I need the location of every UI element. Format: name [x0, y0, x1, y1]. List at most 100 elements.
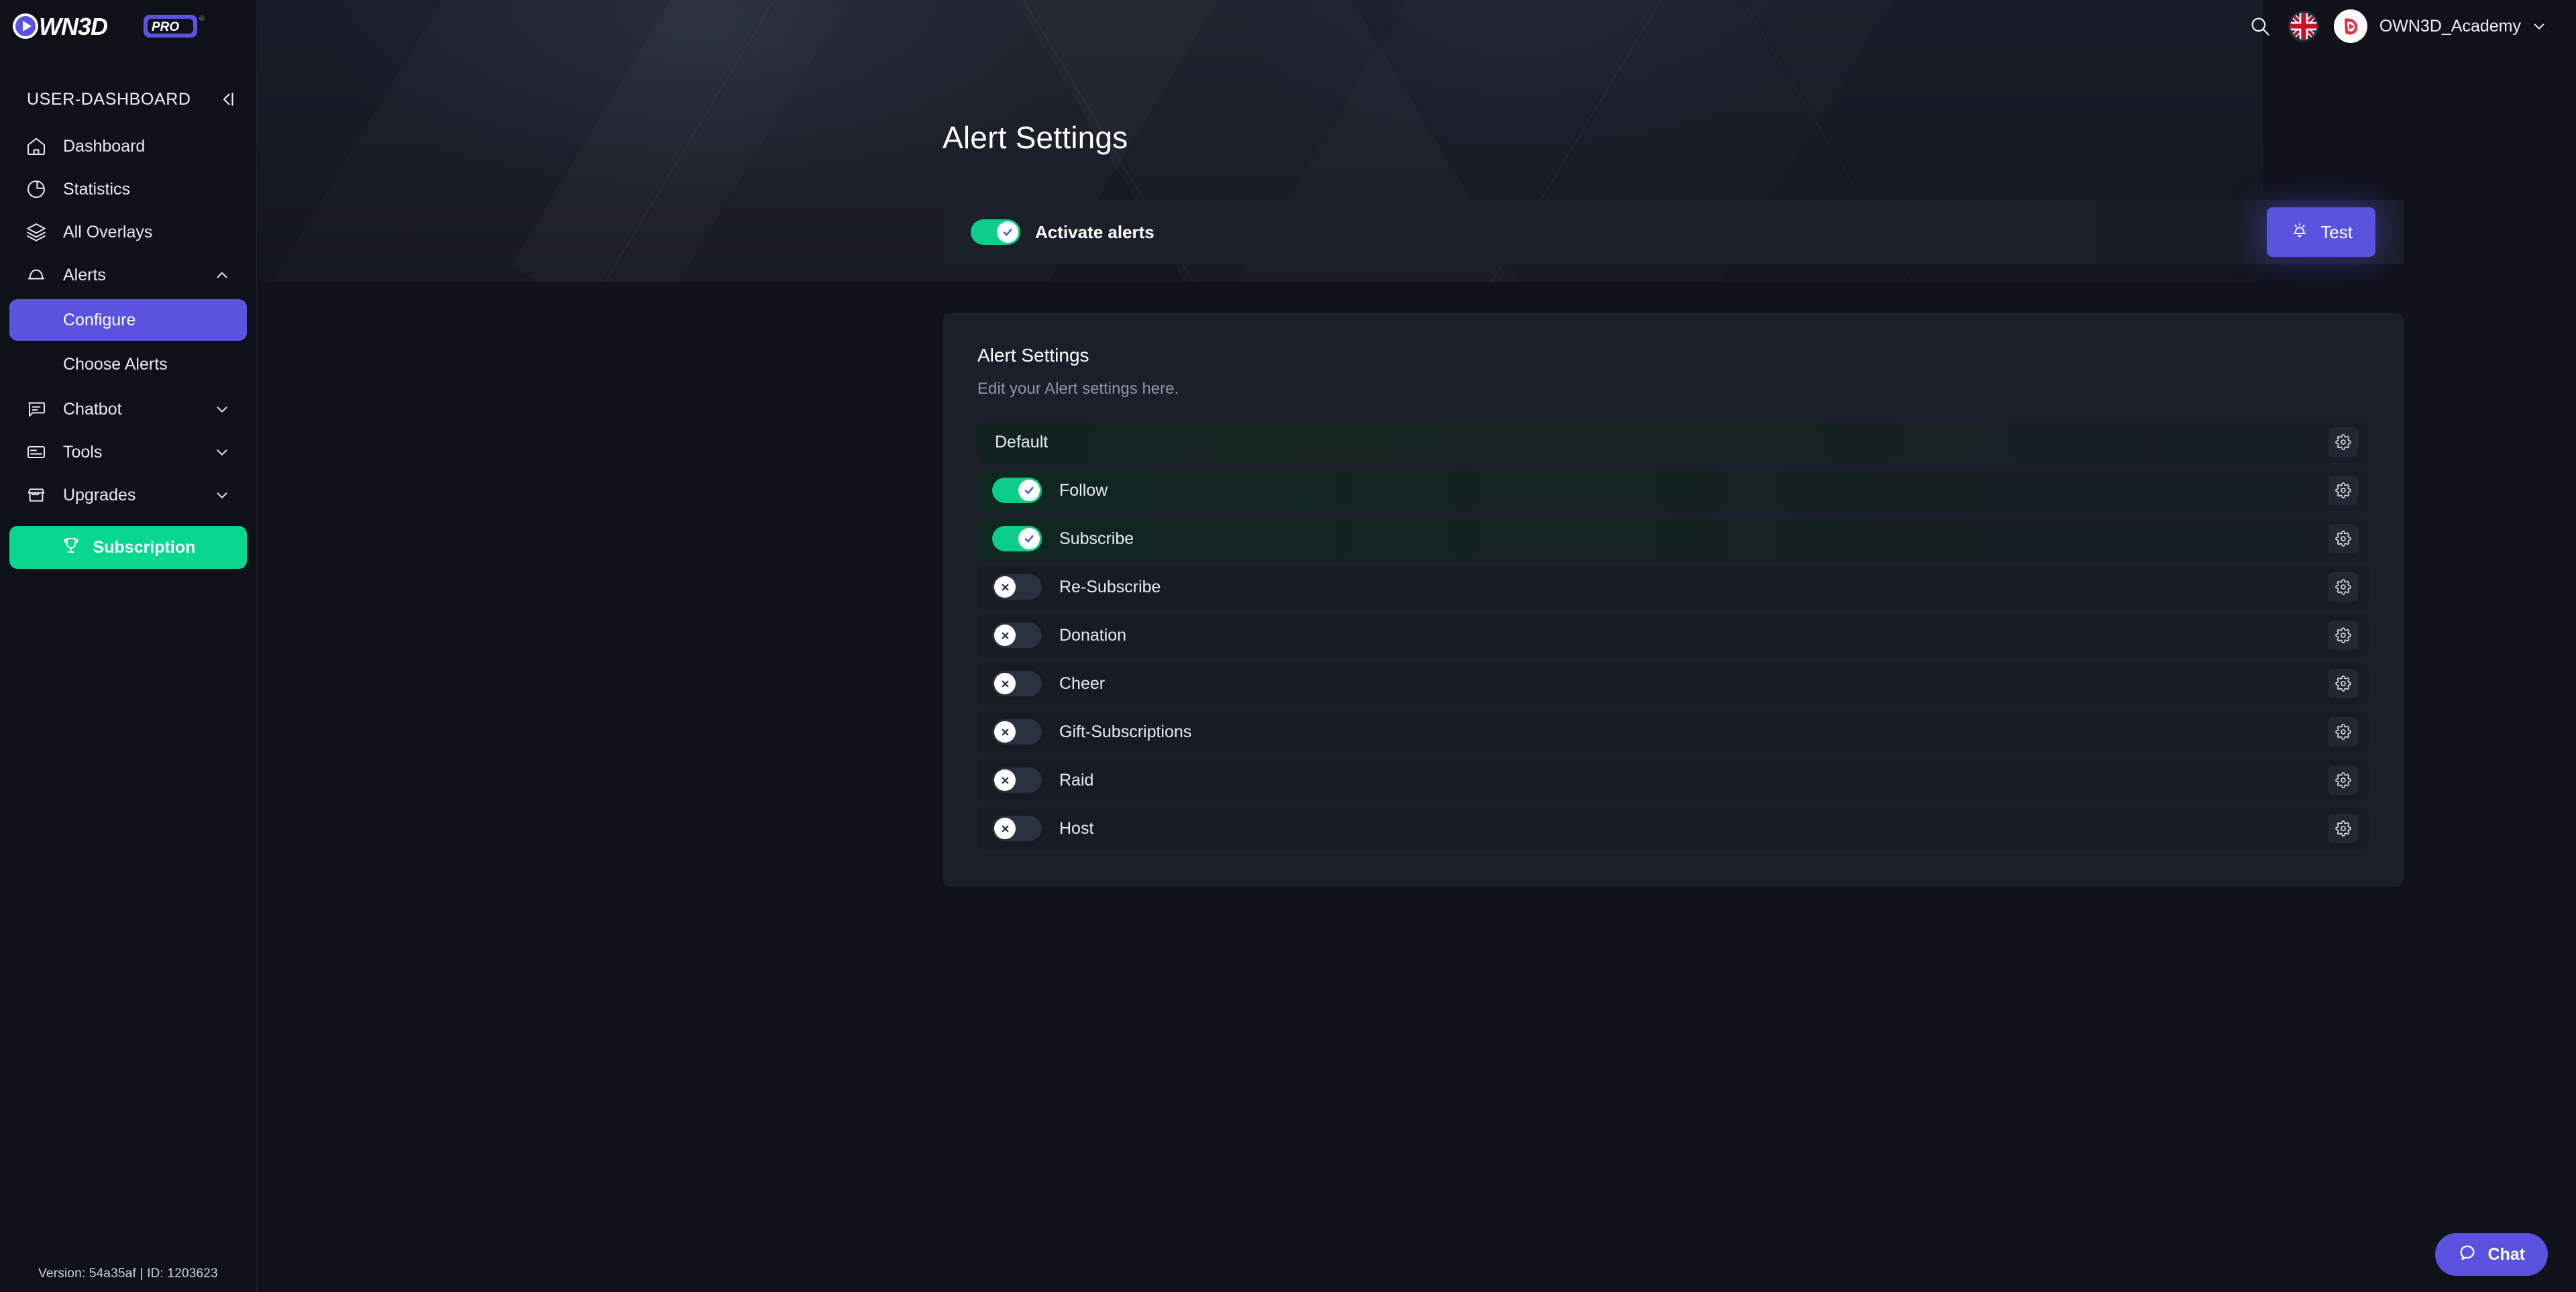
sidebar-item-label: All Overlays — [63, 222, 153, 241]
table-row: Donation — [977, 614, 2369, 656]
row-toggle[interactable] — [992, 478, 1042, 503]
sidebar-item-tools[interactable]: Tools — [9, 431, 247, 474]
toggle-knob — [994, 769, 1016, 791]
trophy-icon — [61, 535, 81, 560]
gear-icon[interactable] — [2328, 814, 2358, 843]
sidebar-item-alerts[interactable]: Alerts — [9, 254, 247, 297]
svg-text:PRO: PRO — [152, 20, 179, 34]
alert-settings-card: Alert Settings Edit your Alert settings … — [943, 313, 2404, 887]
gear-icon[interactable] — [2328, 427, 2358, 457]
row-toggle[interactable] — [992, 574, 1042, 600]
row-label: Donation — [1059, 625, 1127, 645]
gear-icon[interactable] — [2328, 717, 2358, 747]
toggle-knob — [994, 576, 1016, 598]
toggle-knob — [1018, 528, 1040, 549]
card-subtitle: Edit your Alert settings here. — [977, 380, 1179, 398]
toggle-knob — [994, 625, 1016, 646]
app-root: WN3D PRO ® USER-DASHBOARD Dashboard Stat… — [0, 0, 2576, 1292]
gear-icon[interactable] — [2328, 621, 2358, 650]
toggle-knob — [994, 673, 1016, 694]
sidebar-item-configure[interactable]: Configure — [9, 299, 247, 341]
row-label: Subscribe — [1059, 529, 1134, 548]
table-row: Default — [977, 421, 2369, 463]
table-row: Host — [977, 808, 2369, 849]
chevron-down-icon[interactable] — [2530, 17, 2548, 35]
sidebar-header: USER-DASHBOARD — [0, 78, 256, 121]
home-icon — [24, 134, 48, 158]
user-name[interactable]: OWN3D_Academy — [2379, 17, 2521, 36]
chevron-down-icon[interactable] — [212, 399, 232, 419]
gear-icon[interactable] — [2328, 669, 2358, 698]
chat-widget-label: Chat — [2487, 1244, 2525, 1264]
gear-icon[interactable] — [2328, 524, 2358, 553]
row-toggle[interactable] — [992, 671, 1042, 696]
activate-alerts-toggle[interactable] — [971, 219, 1020, 245]
row-label: Cheer — [1059, 674, 1106, 693]
svg-text:WN3D: WN3D — [39, 13, 107, 40]
activate-alerts-label: Activate alerts — [1035, 221, 1155, 242]
uk-flag-icon[interactable] — [2288, 11, 2319, 42]
sidebar-item-dashboard[interactable]: Dashboard — [9, 125, 247, 168]
activate-alerts-group: Activate alerts — [971, 219, 1155, 245]
gear-icon[interactable] — [2328, 476, 2358, 505]
sidebar-subitem-label: Choose Alerts — [63, 354, 168, 374]
sidebar-item-upgrades[interactable]: Upgrades — [9, 474, 247, 517]
test-button-label: Test — [2320, 221, 2353, 242]
sidebar-item-chatbot[interactable]: Chatbot — [9, 388, 247, 431]
row-toggle[interactable] — [992, 767, 1042, 793]
chat-widget-button[interactable]: Chat — [2435, 1233, 2548, 1276]
collapse-left-icon[interactable] — [216, 88, 239, 111]
row-label: Re-Subscribe — [1059, 577, 1161, 596]
sidebar-item-label: Alerts — [63, 265, 106, 284]
toggle-knob — [1018, 480, 1040, 501]
bell-ring-icon — [2290, 220, 2310, 245]
own3d-pro-logo-icon: WN3D PRO ® — [13, 13, 205, 40]
table-row: Gift-Subscriptions — [977, 711, 2369, 753]
sidebar-item-label: Tools — [63, 442, 103, 462]
table-row: Subscribe — [977, 518, 2369, 559]
row-toggle[interactable] — [992, 816, 1042, 841]
sidebar-item-label: Upgrades — [63, 485, 136, 504]
main-content: OWN3D_Academy Alert Settings Activate al… — [257, 0, 2576, 1292]
sidebar-item-label: Dashboard — [63, 136, 146, 156]
sidebar-section-title: USER-DASHBOARD — [27, 89, 191, 109]
sidebar-item-choose-alerts[interactable]: Choose Alerts — [9, 343, 247, 385]
row-toggle[interactable] — [992, 719, 1042, 745]
svg-text:®: ® — [199, 15, 205, 23]
chat-bubble-icon — [2458, 1243, 2477, 1267]
chevron-down-icon[interactable] — [212, 442, 232, 462]
toggle-knob — [994, 721, 1016, 743]
avatar[interactable] — [2333, 9, 2367, 43]
activate-alerts-bar: Activate alerts Test — [943, 200, 2404, 264]
alert-icon — [24, 263, 48, 287]
table-row: Cheer — [977, 663, 2369, 704]
row-label: Follow — [1059, 480, 1108, 500]
brand-logo[interactable]: WN3D PRO ® — [0, 0, 256, 52]
sidebar-item-all-overlays[interactable]: All Overlays — [9, 211, 247, 254]
subscription-button[interactable]: Subscription — [9, 526, 247, 569]
version-text: Version: 54a35af | ID: 1203623 — [38, 1267, 218, 1281]
table-row: Follow — [977, 470, 2369, 511]
table-row: Re-Subscribe — [977, 566, 2369, 608]
topbar: OWN3D_Academy — [257, 0, 2576, 52]
row-label: Raid — [1059, 770, 1094, 790]
test-button[interactable]: Test — [2267, 207, 2375, 257]
sidebar: WN3D PRO ® USER-DASHBOARD Dashboard Stat… — [0, 0, 257, 1292]
toggle-knob — [994, 818, 1016, 839]
gear-icon[interactable] — [2328, 765, 2358, 795]
alert-rows-list: Default Follow Subscribe Re-Subscribe Do… — [977, 421, 2369, 849]
row-toggle[interactable] — [992, 526, 1042, 551]
row-label: Gift-Subscriptions — [1059, 722, 1192, 741]
sidebar-item-label: Statistics — [63, 179, 131, 199]
tools-icon — [24, 440, 48, 464]
sidebar-item-statistics[interactable]: Statistics — [9, 168, 247, 211]
store-icon — [24, 483, 48, 507]
chat-icon — [24, 397, 48, 421]
gear-icon[interactable] — [2328, 572, 2358, 602]
chevron-down-icon[interactable] — [212, 485, 232, 505]
chevron-up-icon[interactable] — [212, 265, 232, 285]
card-title: Alert Settings — [977, 345, 1089, 366]
search-icon[interactable] — [2241, 7, 2279, 45]
sidebar-subitem-label: Configure — [63, 310, 136, 329]
row-toggle[interactable] — [992, 623, 1042, 648]
